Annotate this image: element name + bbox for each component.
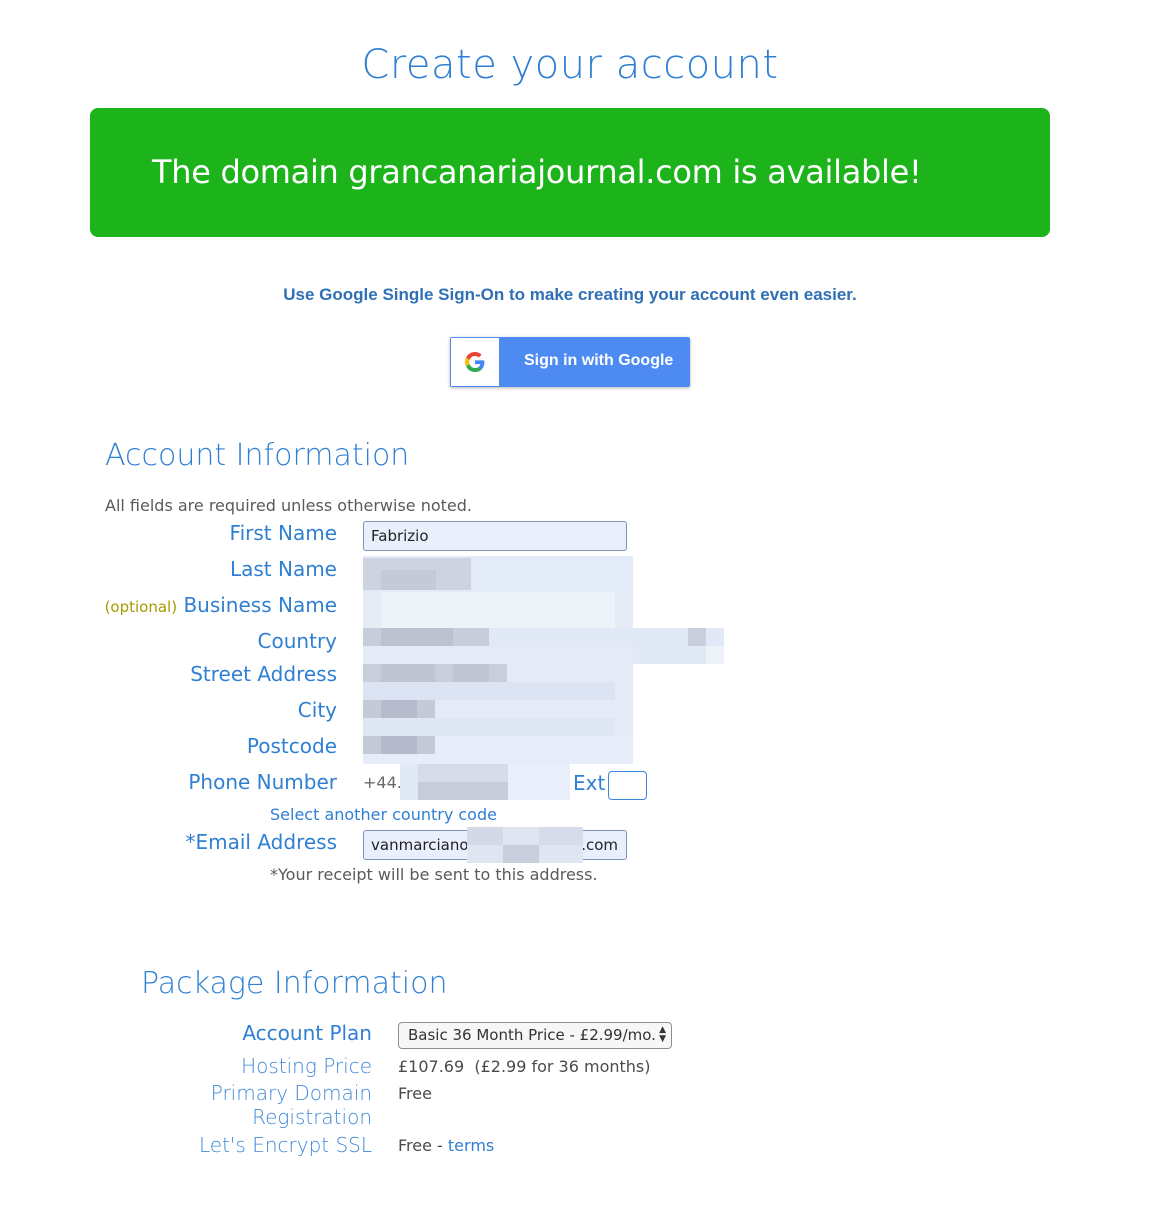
redaction-block [615,592,633,628]
business-name-text: Business Name [183,593,337,617]
package-section-title: Package Information [141,966,448,1001]
redaction-block [381,664,435,682]
last-name-field[interactable] [363,556,633,592]
last-name-label: Last Name [229,557,337,581]
city-label: City [297,698,337,722]
sso-prompt: Use Google Single Sign-On to make creati… [283,285,857,304]
redaction-block [363,682,615,700]
street-address-label: Street Address [190,662,337,686]
phone-prefix: +44. [363,773,402,792]
redaction-block [363,592,381,628]
required-fields-note: All fields are required unless otherwise… [105,496,472,515]
first-name-label: First Name [229,521,337,545]
select-arrows-icon: ▲ ▼ [659,1025,666,1044]
redaction-block [467,827,503,845]
first-name-field[interactable]: Fabrizio [363,521,627,551]
google-logo-box [451,338,499,386]
country-label: Country [257,629,337,653]
postcode-field[interactable] [363,736,633,764]
email-end: .com [581,836,618,854]
redaction-block [688,628,706,646]
ssl-terms-link[interactable]: terms [448,1136,494,1155]
email-start: vanmarciano [371,836,469,854]
domain-registration-label: Primary Domain Registration [211,1081,372,1129]
phone-field[interactable] [400,764,570,800]
google-button-label: Sign in with Google [524,352,674,369]
page-title: Create your account [361,42,779,88]
ssl-value-row: Free - terms [398,1136,494,1155]
ext-label: Ext [573,771,606,795]
select-country-code-link[interactable]: Select another country code [270,805,497,824]
ssl-separator: - [431,1136,448,1155]
email-redaction [467,827,583,863]
google-g-icon [465,352,485,372]
redaction-block [418,764,508,782]
redaction-block [706,646,724,664]
ssl-value: Free [398,1136,432,1155]
phone-label: Phone Number [188,770,337,794]
redaction-block [363,646,633,664]
redaction-block [381,700,417,718]
account-plan-label: Account Plan [242,1021,372,1045]
domain-registration-value: Free [398,1084,432,1103]
banner-text: The domain grancanariajournal.com is ava… [152,153,922,191]
domain-label-line2: Registration [252,1105,372,1129]
street-address-field[interactable] [363,664,633,700]
city-field[interactable] [363,700,633,736]
redaction-block [508,764,570,800]
postcode-label: Postcode [246,734,337,758]
account-plan-select[interactable]: Basic 36 Month Price - £2.99/mo. ▲ ▼ [398,1022,672,1049]
redaction-block [503,845,539,863]
redaction-block [539,827,583,845]
redaction-block [381,628,453,646]
redaction-block [453,664,489,682]
email-label: *Email Address [185,830,338,854]
redaction-block [418,782,508,800]
domain-label-line1: Primary Domain [210,1081,372,1105]
ext-field[interactable] [608,771,647,800]
business-name-label: (optional) Business Name [105,593,337,617]
business-name-field[interactable] [363,592,633,628]
account-section-title: Account Information [105,438,410,473]
optional-tag: (optional) [104,598,178,616]
domain-available-banner: The domain grancanariajournal.com is ava… [90,108,1050,237]
hosting-price-label: Hosting Price [241,1054,372,1078]
receipt-note: *Your receipt will be sent to this addre… [270,865,598,884]
redaction-block [381,570,436,590]
country-select[interactable] [363,628,724,664]
account-plan-value: Basic 36 Month Price - £2.99/mo. [408,1026,656,1044]
google-sign-in-button[interactable]: Sign in with Google [450,337,690,387]
hosting-price-value: £107.69 (£2.99 for 36 months) [398,1057,651,1076]
ssl-label: Let's Encrypt SSL [198,1133,372,1157]
redaction-block [363,718,615,736]
redaction-block [381,736,417,754]
